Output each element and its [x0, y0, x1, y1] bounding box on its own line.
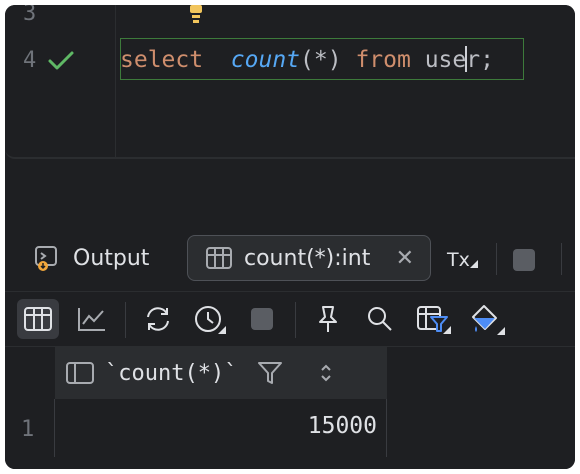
results-toolbar	[5, 292, 575, 347]
keyword-select: select	[120, 47, 204, 73]
stop-button[interactable]	[241, 299, 283, 339]
pin-button[interactable]	[307, 299, 349, 339]
cell-count-value[interactable]: 15000	[55, 413, 377, 439]
history-button[interactable]	[189, 299, 231, 339]
args: (*)	[300, 47, 342, 73]
line-number: 3	[23, 5, 37, 26]
table-name: use	[424, 47, 467, 73]
table-filter-icon	[417, 306, 451, 334]
lightbulb-icon[interactable]	[185, 5, 207, 27]
tab-output-label: Output	[73, 245, 150, 271]
close-icon[interactable]: ✕	[396, 246, 414, 271]
tab-output[interactable]: Output	[33, 235, 149, 281]
search-button[interactable]	[359, 299, 401, 339]
results-tabs-bar: Output count(*):int ✕ Tx	[5, 229, 575, 292]
stop-icon[interactable]	[513, 249, 535, 271]
table-name-end: r	[466, 47, 481, 73]
keyword-from: from	[355, 47, 411, 73]
column-header-count[interactable]: `count(*)`	[55, 347, 387, 399]
toolbar-separator	[496, 243, 497, 275]
gutter-divider	[115, 5, 116, 157]
toolbar-separator	[295, 302, 296, 338]
refresh-icon	[147, 307, 169, 331]
chart-view-button[interactable]	[71, 299, 113, 339]
table-view-icon	[24, 307, 52, 331]
column-divider	[386, 399, 387, 457]
sort-icon[interactable]	[319, 362, 333, 384]
paint-bucket-icon	[472, 305, 505, 335]
tab-result-label: count(*):int	[244, 245, 371, 271]
filter-icon[interactable]	[257, 360, 283, 386]
semicolon: ;	[480, 47, 494, 73]
pin-icon	[319, 306, 337, 332]
function-count: count	[230, 47, 301, 73]
check-icon	[48, 51, 74, 70]
transaction-mode-button[interactable]: Tx	[447, 249, 478, 271]
toolbar-separator	[125, 302, 126, 338]
toolbar-separator	[561, 243, 562, 275]
row-number: 1	[21, 417, 35, 442]
clock-icon	[195, 306, 226, 334]
line-number: 4	[23, 48, 37, 73]
sql-editor[interactable]: 3 4 select count(*) from user;	[5, 5, 575, 159]
column-icon	[65, 361, 95, 385]
tab-result-count[interactable]: count(*):int ✕	[187, 235, 431, 281]
ide-window: 3 4 select count(*) from user; Output co…	[5, 5, 575, 469]
results-grid: `count(*)` 1 15000	[5, 347, 575, 469]
filter-rows-button[interactable]	[413, 299, 455, 339]
column-header-label: `count(*)`	[105, 360, 238, 386]
refresh-button[interactable]	[137, 299, 179, 339]
table-icon	[206, 246, 232, 270]
sql-statement[interactable]: select count(*) from user;	[120, 46, 494, 73]
tx-label: Tx	[447, 249, 470, 271]
chart-icon	[78, 308, 105, 331]
stop-icon	[251, 308, 273, 330]
table-view-button[interactable]	[17, 299, 59, 339]
search-icon	[368, 307, 392, 331]
dropdown-corner-icon	[469, 260, 478, 268]
highlight-button[interactable]	[467, 299, 509, 339]
output-console-icon	[33, 244, 61, 272]
